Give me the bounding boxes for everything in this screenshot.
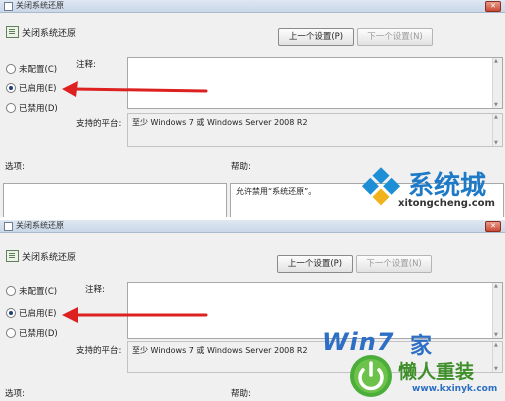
red-arrow-icon — [62, 307, 208, 323]
window-icon — [4, 222, 13, 231]
watermark-url-top: xitongcheng.com — [398, 198, 495, 209]
comment-label: 注释: — [85, 285, 105, 295]
supported-platforms-text: 至少 Windows 7 或 Windows Server 2008 R2 — [132, 346, 308, 355]
supported-on-label: 支持的平台: — [76, 119, 122, 129]
radio-disabled-circle[interactable] — [6, 328, 16, 338]
policy-icon — [6, 250, 19, 262]
watermark-brand-prefix: Win7 — [322, 328, 395, 356]
radio-not-configured-circle[interactable] — [6, 64, 16, 74]
prev-setting-button[interactable]: 上一个设置(P) — [278, 28, 354, 46]
policy-dialog-top: 关闭系统还原 ✕ 关闭系统还原 上一个设置(P) 下一个设置(N) 未配置(C)… — [0, 0, 505, 217]
radio-disabled-label: 已禁用(D) — [19, 329, 58, 339]
next-setting-button[interactable]: 下一个设置(N) — [356, 255, 432, 273]
policy-dialog-bottom: 关闭系统还原 ✕ 关闭系统还原 上一个设置(P) 下一个设置(N) 未配置(C)… — [0, 220, 505, 401]
prev-setting-button[interactable]: 上一个设置(P) — [277, 255, 353, 273]
options-pane — [3, 183, 227, 217]
radio-not-configured-label: 未配置(C) — [19, 287, 58, 297]
window-title: 关闭系统还原 — [16, 221, 64, 230]
options-label: 选项: — [5, 389, 25, 399]
watermark-brand-top: 系统城 — [408, 171, 487, 201]
window-title: 关闭系统还原 — [16, 1, 64, 10]
comment-label: 注释: — [76, 60, 96, 70]
close-button[interactable]: ✕ — [485, 221, 501, 232]
close-button[interactable]: ✕ — [485, 1, 501, 12]
radio-enabled-circle[interactable] — [6, 308, 16, 318]
comment-scrollbar[interactable] — [492, 283, 502, 338]
power-logo-icon — [350, 355, 392, 397]
radio-disabled-circle[interactable] — [6, 103, 16, 113]
red-arrow-icon — [62, 81, 208, 97]
policy-title: 关闭系统还原 — [22, 29, 77, 39]
radio-enabled-label: 已启用(E) — [19, 84, 57, 94]
help-label: 帮助: — [231, 162, 251, 172]
policy-title: 关闭系统还原 — [22, 253, 77, 263]
title-bar: 关闭系统还原 ✕ — [0, 220, 505, 233]
platform-scrollbar[interactable] — [492, 114, 502, 146]
supported-platforms-box: 至少 Windows 7 或 Windows Server 2008 R2 — [127, 113, 503, 147]
watermark-brand-suffix: 家 — [410, 334, 433, 359]
window-icon — [4, 2, 13, 11]
radio-not-configured-circle[interactable] — [6, 286, 16, 296]
help-text: 允许禁用“系统还原”。 — [236, 187, 317, 196]
radio-enabled-circle[interactable] — [6, 83, 16, 93]
supported-on-label: 支持的平台: — [76, 346, 122, 356]
comment-scrollbar[interactable] — [492, 58, 502, 108]
watermark-slogan: 懒人重装 — [398, 361, 475, 383]
watermark-url-bottom: www.kxinyk.com — [412, 384, 498, 394]
platform-scrollbar[interactable] — [492, 342, 502, 372]
next-setting-button[interactable]: 下一个设置(N) — [357, 28, 433, 46]
supported-platforms-text: 至少 Windows 7 或 Windows Server 2008 R2 — [132, 118, 308, 127]
help-label: 帮助: — [231, 389, 251, 399]
radio-disabled-label: 已禁用(D) — [19, 104, 58, 114]
title-bar: 关闭系统还原 ✕ — [0, 0, 505, 13]
radio-not-configured-label: 未配置(C) — [19, 65, 58, 75]
options-label: 选项: — [5, 162, 25, 172]
policy-icon — [6, 26, 19, 38]
radio-enabled-label: 已启用(E) — [19, 309, 57, 319]
